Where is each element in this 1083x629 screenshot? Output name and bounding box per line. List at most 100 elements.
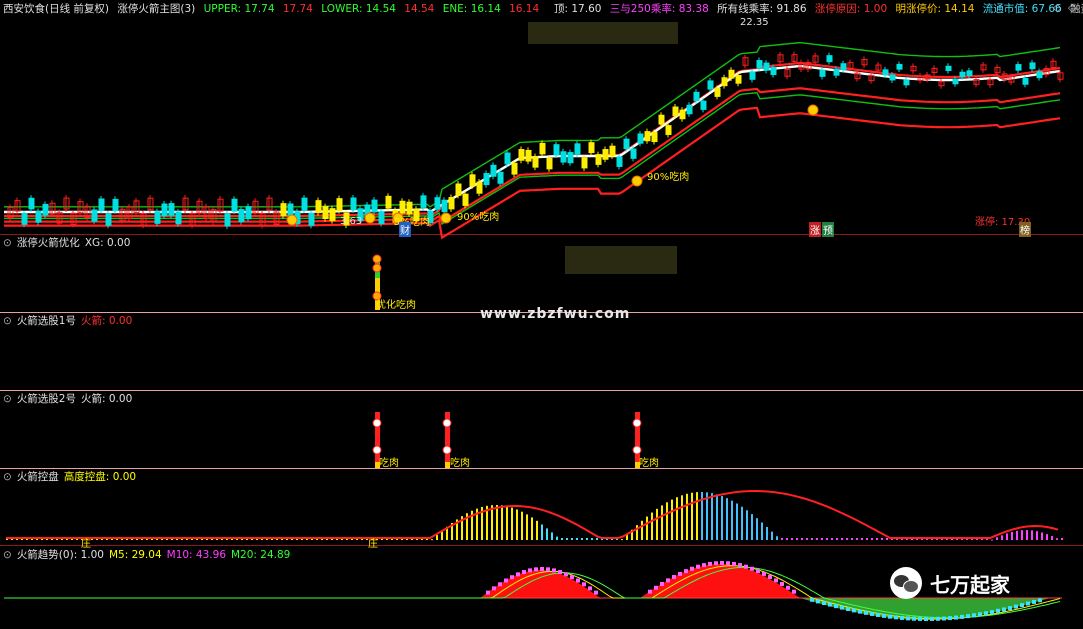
- trend-dot: [900, 615, 904, 620]
- control-bar: [781, 538, 783, 540]
- control-bar: [646, 516, 648, 540]
- candle-body: [1015, 64, 1022, 71]
- control-bar: [696, 492, 698, 540]
- candle-body: [91, 209, 98, 222]
- control-bar: [1046, 534, 1048, 540]
- control-bar: [796, 538, 798, 540]
- wechat-account-name: 七万起家: [930, 572, 1010, 597]
- candle-body: [567, 152, 574, 164]
- candle-body: [602, 149, 609, 160]
- control-bar: [431, 539, 433, 541]
- trend-dot: [894, 615, 898, 620]
- trend-dot: [924, 616, 928, 621]
- trend-dot: [846, 607, 850, 612]
- forecast-badge[interactable]: 预: [822, 222, 834, 237]
- candle-body: [28, 197, 35, 210]
- eat-tag-pane2-2: 吃肉: [450, 458, 470, 469]
- rocket-icon: [632, 418, 642, 428]
- control-bar: [546, 528, 548, 540]
- eat-tag-pane2-3: 吃肉: [639, 458, 659, 469]
- trend-dot: [936, 616, 940, 621]
- candle-body: [483, 173, 490, 186]
- trend-dot: [528, 568, 532, 573]
- candle-body: [161, 203, 168, 217]
- candle-body: [679, 109, 686, 120]
- trend-dot: [954, 615, 958, 620]
- trend-dot: [678, 571, 682, 576]
- control-bar: [851, 538, 853, 540]
- control-bar: [1026, 530, 1028, 540]
- control-bar: [1001, 535, 1003, 540]
- control-bar: [1021, 530, 1023, 540]
- control-bar: [831, 538, 833, 540]
- control-bar: [996, 537, 998, 540]
- finance-badge[interactable]: 财: [399, 222, 411, 237]
- control-bar: [686, 493, 688, 540]
- trend-dot: [720, 561, 724, 565]
- control-bar: [521, 511, 523, 540]
- candle-body: [623, 138, 630, 150]
- candle-body: [525, 149, 532, 162]
- trend-dot: [648, 589, 652, 594]
- smiley-icon: [364, 212, 376, 224]
- control-bar: [516, 509, 518, 540]
- control-bar: [661, 505, 663, 540]
- control-bar: [721, 496, 723, 540]
- trend-dot: [726, 561, 730, 566]
- trend-dot: [882, 613, 886, 618]
- candle-body: [455, 183, 462, 196]
- trend-dot: [522, 570, 526, 575]
- candle-body: [336, 198, 343, 212]
- candle-body: [301, 197, 308, 211]
- candle-body: [42, 203, 49, 216]
- candle-body: [574, 143, 581, 155]
- candle-body: [553, 144, 560, 156]
- candle-body: [833, 68, 840, 76]
- candle-body: [1036, 71, 1043, 79]
- control-bar: [706, 492, 708, 540]
- candle-body: [595, 154, 602, 165]
- trend-dot: [690, 566, 694, 571]
- trend-dot: [510, 575, 514, 580]
- control-bar: [766, 526, 768, 540]
- trend-dot: [486, 590, 490, 595]
- control-bar: [856, 538, 858, 540]
- trend-dot: [582, 582, 586, 587]
- candle-body: [588, 142, 595, 154]
- candle-body: [476, 181, 483, 194]
- trend-dot: [1020, 603, 1024, 608]
- candle-body: [966, 70, 973, 76]
- control-bar: [586, 538, 588, 540]
- smiley-icon: [286, 214, 298, 226]
- trend-dot: [564, 572, 568, 577]
- control-bar: [1056, 538, 1058, 540]
- trend-dot: [516, 572, 520, 577]
- control-bar: [761, 522, 763, 540]
- trend-dot: [708, 561, 712, 566]
- control-bar: [776, 536, 778, 540]
- control-bar: [621, 539, 623, 541]
- rank-badge[interactable]: 榜: [1019, 222, 1031, 237]
- control-bar: [886, 538, 888, 540]
- candle-body: [329, 208, 336, 222]
- trend-dot: [576, 578, 580, 583]
- candle-body: [490, 164, 497, 177]
- trend-dot: [702, 563, 706, 568]
- trend-dot: [792, 589, 796, 594]
- control-bar: [541, 524, 543, 540]
- trend-dot: [858, 609, 862, 614]
- candle-body: [756, 60, 763, 69]
- control-bar: [836, 538, 838, 540]
- candle-body: [434, 197, 441, 210]
- trend-dot: [1002, 607, 1006, 612]
- candle-body: [224, 213, 231, 227]
- candle-body: [714, 87, 721, 97]
- trend-dot: [864, 610, 868, 615]
- candle-body: [959, 71, 966, 78]
- candle-body: [105, 213, 112, 226]
- zhuang-tag-2: 庄: [368, 539, 378, 550]
- candle-body: [1029, 62, 1036, 70]
- trend-dot: [966, 614, 970, 619]
- limit-badge[interactable]: 涨: [809, 222, 821, 237]
- trend-dot: [930, 616, 934, 621]
